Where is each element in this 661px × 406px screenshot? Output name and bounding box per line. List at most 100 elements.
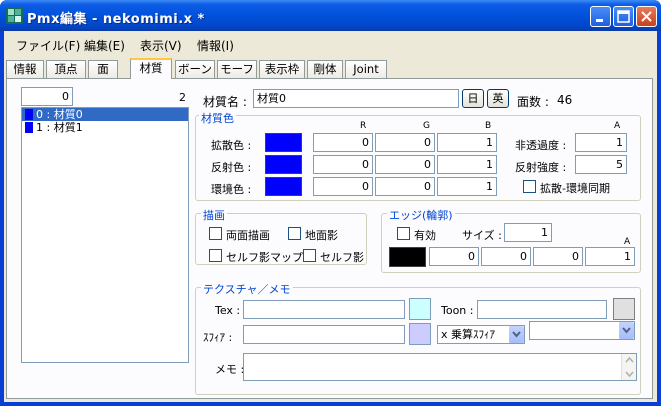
app-icon [6,7,23,24]
japanese-button[interactable]: 日 [462,89,484,108]
material-list[interactable]: 0 : 材質0 1 : 材質1 [21,107,189,363]
edge-a-field[interactable]: 1 [585,247,635,266]
edge-enabled-label: 有効 [414,229,436,242]
column-b-label: B [485,121,492,131]
edge-b-field[interactable]: 0 [533,247,583,266]
ground-shadow-label: 地面影 [305,229,338,242]
edge-enabled-checkbox[interactable] [397,227,410,240]
toon-preset-select[interactable] [529,321,635,340]
close-icon [641,11,652,22]
ambient-label: 環境色 : [211,183,252,196]
diffuse-g-field[interactable]: 0 [375,133,435,152]
edge-column-a-label: A [624,237,631,247]
memo-field[interactable] [243,353,637,381]
column-g-label: G [423,121,430,131]
specular-b-field[interactable]: 1 [437,155,497,174]
tab-joint[interactable]: Joint [345,60,387,78]
minimize-icon [596,19,603,22]
list-item[interactable]: 1 : 材質1 [22,121,188,134]
sphere-mode-select[interactable]: x 乗算ｽﾌｨｱ [437,325,525,344]
ground-shadow-checkbox[interactable] [288,227,301,240]
diffuse-swatch[interactable] [265,133,302,152]
chevron-down-icon[interactable] [618,322,634,339]
self-shadow-map-checkbox[interactable] [209,249,222,262]
title-bar[interactable]: Pmx編集 - nekomimi.x * [0,0,661,31]
face-count-label: 面数 : [517,95,549,109]
window-title: Pmx編集 - nekomimi.x * [27,12,205,27]
double-sided-label: 両面描画 [226,229,270,242]
specular-label: 反射色 : [211,161,252,174]
tab-rigid-body[interactable]: 剛体 [307,60,343,78]
tex-path-field[interactable] [243,300,405,319]
edge-size-label: サイズ : [462,229,502,242]
material-color-marker [25,122,33,133]
menu-view[interactable]: 表示(V) [140,37,182,54]
ambient-r-field[interactable]: 0 [313,177,373,196]
tab-face[interactable]: 面 [88,60,118,78]
sphere-path-field[interactable] [243,325,405,344]
ambient-b-field[interactable]: 1 [437,177,497,196]
toon-label: Toon : [441,304,474,317]
self-shadow-map-label: セルフ影マップ [226,251,303,264]
tab-bone[interactable]: ボーン [175,60,215,78]
maximize-icon [617,10,630,23]
material-name-field[interactable]: 材質0 [253,89,459,108]
column-a-label: A [614,121,621,131]
menu-edit[interactable]: 編集(E) [84,37,125,54]
edge-g-field[interactable]: 0 [481,247,531,266]
material-count: 2 [179,91,186,104]
english-button[interactable]: 英 [487,89,509,108]
self-shadow-checkbox[interactable] [303,249,316,262]
material-color-marker [25,109,33,120]
material-name-label: 材質名 : [203,95,247,109]
edge-size-field[interactable]: 1 [504,223,552,242]
menu-file[interactable]: ファイル(F) [16,37,80,54]
menu-bar: ファイル(F) 編集(E) 表示(V) 情報(I) [4,31,657,56]
edge-color-swatch[interactable] [389,247,426,267]
specular-r-field[interactable]: 0 [313,155,373,174]
client-area: ファイル(F) 編集(E) 表示(V) 情報(I) 情報 頂点 面 材質 ボーン… [4,31,657,402]
material-index-field[interactable]: 0 [21,87,73,106]
tab-material[interactable]: 材質 [130,58,172,79]
scroll-down-icon[interactable] [625,371,634,377]
opacity-field[interactable]: 1 [575,133,627,152]
specular-g-field[interactable]: 0 [375,155,435,174]
tab-strip: 情報 頂点 面 材質 ボーン モーフ 表示枠 剛体 Joint [4,58,657,79]
self-shadow-label: セルフ影 [320,251,364,264]
minimize-button[interactable] [590,6,611,27]
scroll-up-icon[interactable] [625,357,634,363]
tab-display-frame[interactable]: 表示枠 [259,60,305,78]
diffuse-r-field[interactable]: 0 [313,133,373,152]
specular-power-field[interactable]: 5 [575,155,627,174]
memo-scrollbar[interactable] [621,354,636,380]
edge-r-field[interactable]: 0 [429,247,479,266]
toon-path-field[interactable] [477,300,607,319]
toon-preview-button[interactable] [613,298,635,320]
diffuse-b-field[interactable]: 1 [437,133,497,152]
sphere-label: ｽﾌｨｱ : [203,331,233,344]
opacity-label: 非透過度 : [515,139,567,152]
draw-group-title: 描画 [201,207,227,223]
diffuse-ambient-sync-checkbox[interactable] [523,180,536,193]
close-button[interactable] [636,6,657,27]
diffuse-ambient-sync-label: 拡散-環境同期 [540,182,610,195]
tex-preview-button[interactable] [409,298,431,320]
tab-vertex[interactable]: 頂点 [46,60,86,78]
edge-group-title: エッジ(輪郭) [387,207,455,223]
face-count: 46 [557,93,573,107]
double-sided-checkbox[interactable] [209,227,222,240]
memo-label: メモ : [215,363,245,376]
ambient-swatch[interactable] [265,177,302,196]
maximize-button[interactable] [613,6,634,27]
tab-info[interactable]: 情報 [6,60,44,78]
main-window: Pmx編集 - nekomimi.x * ファイル(F) 編集(E) 表示(V)… [0,0,661,406]
column-r-label: R [360,121,367,131]
menu-info[interactable]: 情報(I) [197,37,234,54]
chevron-down-icon[interactable] [508,326,524,343]
sphere-preview-button[interactable] [409,323,431,345]
list-item[interactable]: 0 : 材質0 [22,108,188,121]
specular-swatch[interactable] [265,155,302,174]
ambient-g-field[interactable]: 0 [375,177,435,196]
material-panel: 0 2 0 : 材質0 1 : 材質1 材質名 : 材質0 日 英 面数 : 4… [6,78,653,399]
tab-morph[interactable]: モーフ [217,60,257,78]
